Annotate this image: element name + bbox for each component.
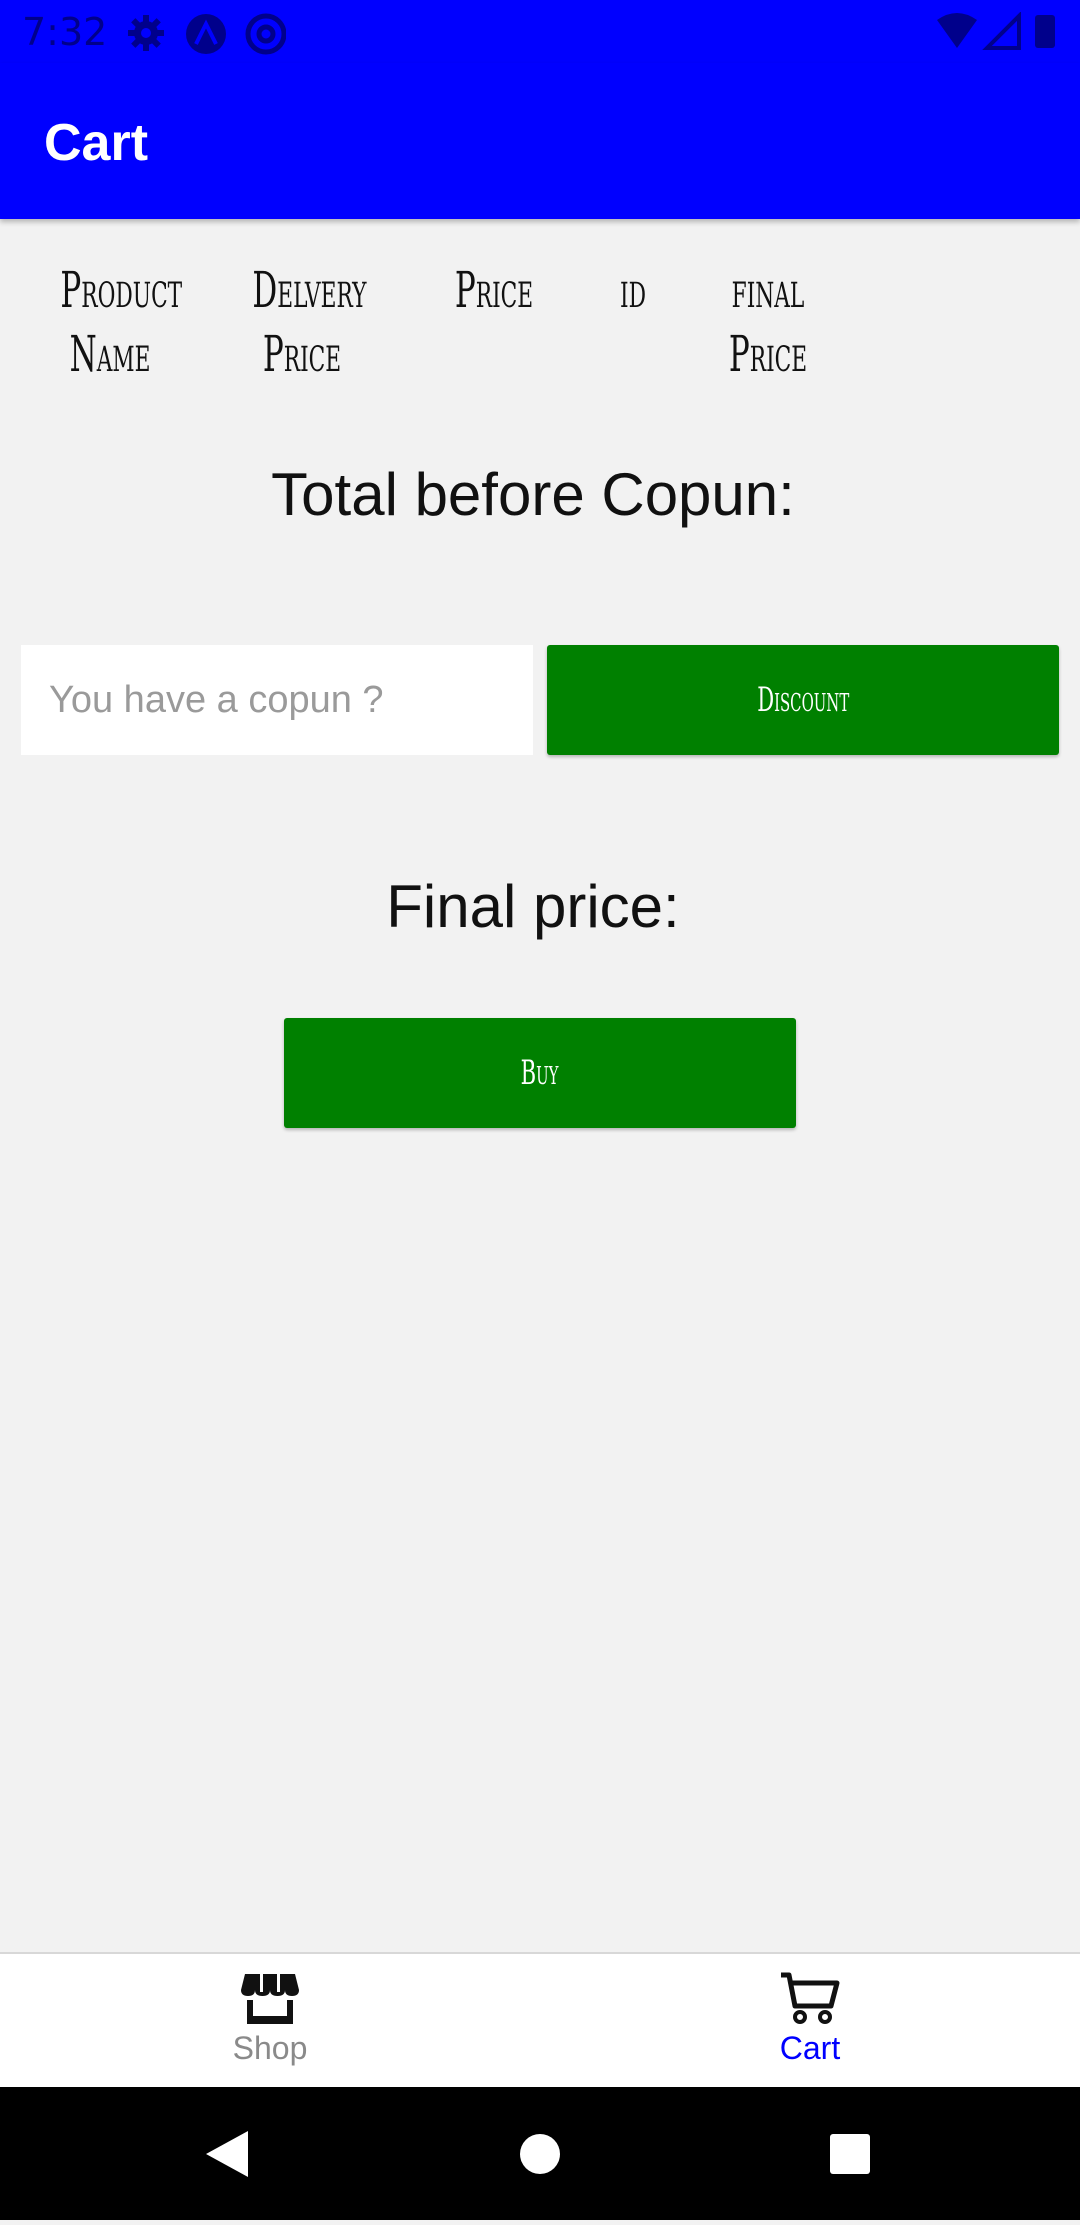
final-price-label: Final price:: [386, 873, 680, 940]
status-icons-right: [935, 11, 1060, 57]
coupon-input[interactable]: [21, 645, 533, 755]
column-header-label: Product Name: [60, 261, 183, 383]
column-header-label: Price: [454, 261, 534, 319]
system-navigation-bar: [0, 2087, 1080, 2220]
nav-label-cart: Cart: [779, 2030, 841, 2066]
buy-button[interactable]: Buy: [284, 1018, 796, 1128]
wifi-icon: [937, 13, 977, 48]
store-icon: [241, 1974, 299, 2024]
total-before-coupon-label: Total before Copun:: [271, 461, 795, 528]
a-circle-icon: [186, 14, 226, 54]
battery-icon: [1035, 15, 1055, 48]
discount-button[interactable]: Discount: [547, 645, 1059, 755]
column-header-label: Delvery Price: [252, 261, 367, 383]
status-icons-left: [126, 12, 287, 61]
recents-icon: [830, 2134, 870, 2174]
status-bar: 7:32: [0, 0, 1080, 63]
column-header-product-name: Product Name: [60, 258, 182, 386]
cart-icon: [781, 1972, 840, 2024]
status-time: 7:32: [22, 10, 108, 54]
column-header-price: Price: [444, 258, 543, 322]
signal-icon: [982, 11, 1021, 50]
buy-button-label: Buy: [521, 1053, 559, 1093]
at-sign-icon: [245, 13, 287, 55]
back-icon: [206, 2131, 248, 2177]
gear-icon: [128, 15, 164, 51]
column-header-label: final Price: [728, 261, 808, 383]
bottom-navigation: Shop Cart: [0, 1952, 1080, 2089]
home-icon: [520, 2134, 560, 2174]
column-header-id: id: [602, 258, 664, 322]
nav-item-shop[interactable]: Shop: [0, 1954, 540, 2089]
nav-item-cart[interactable]: Cart: [540, 1954, 1080, 2089]
app-bar: Cart: [0, 63, 1080, 219]
column-header-label: id: [620, 261, 646, 319]
column-header-final-price: final Price: [718, 258, 817, 386]
page-title: Cart: [44, 114, 149, 172]
nav-label-shop: Shop: [232, 2030, 308, 2066]
column-header-delivery-price: Delvery Price: [252, 258, 366, 386]
discount-button-label: Discount: [756, 680, 850, 720]
